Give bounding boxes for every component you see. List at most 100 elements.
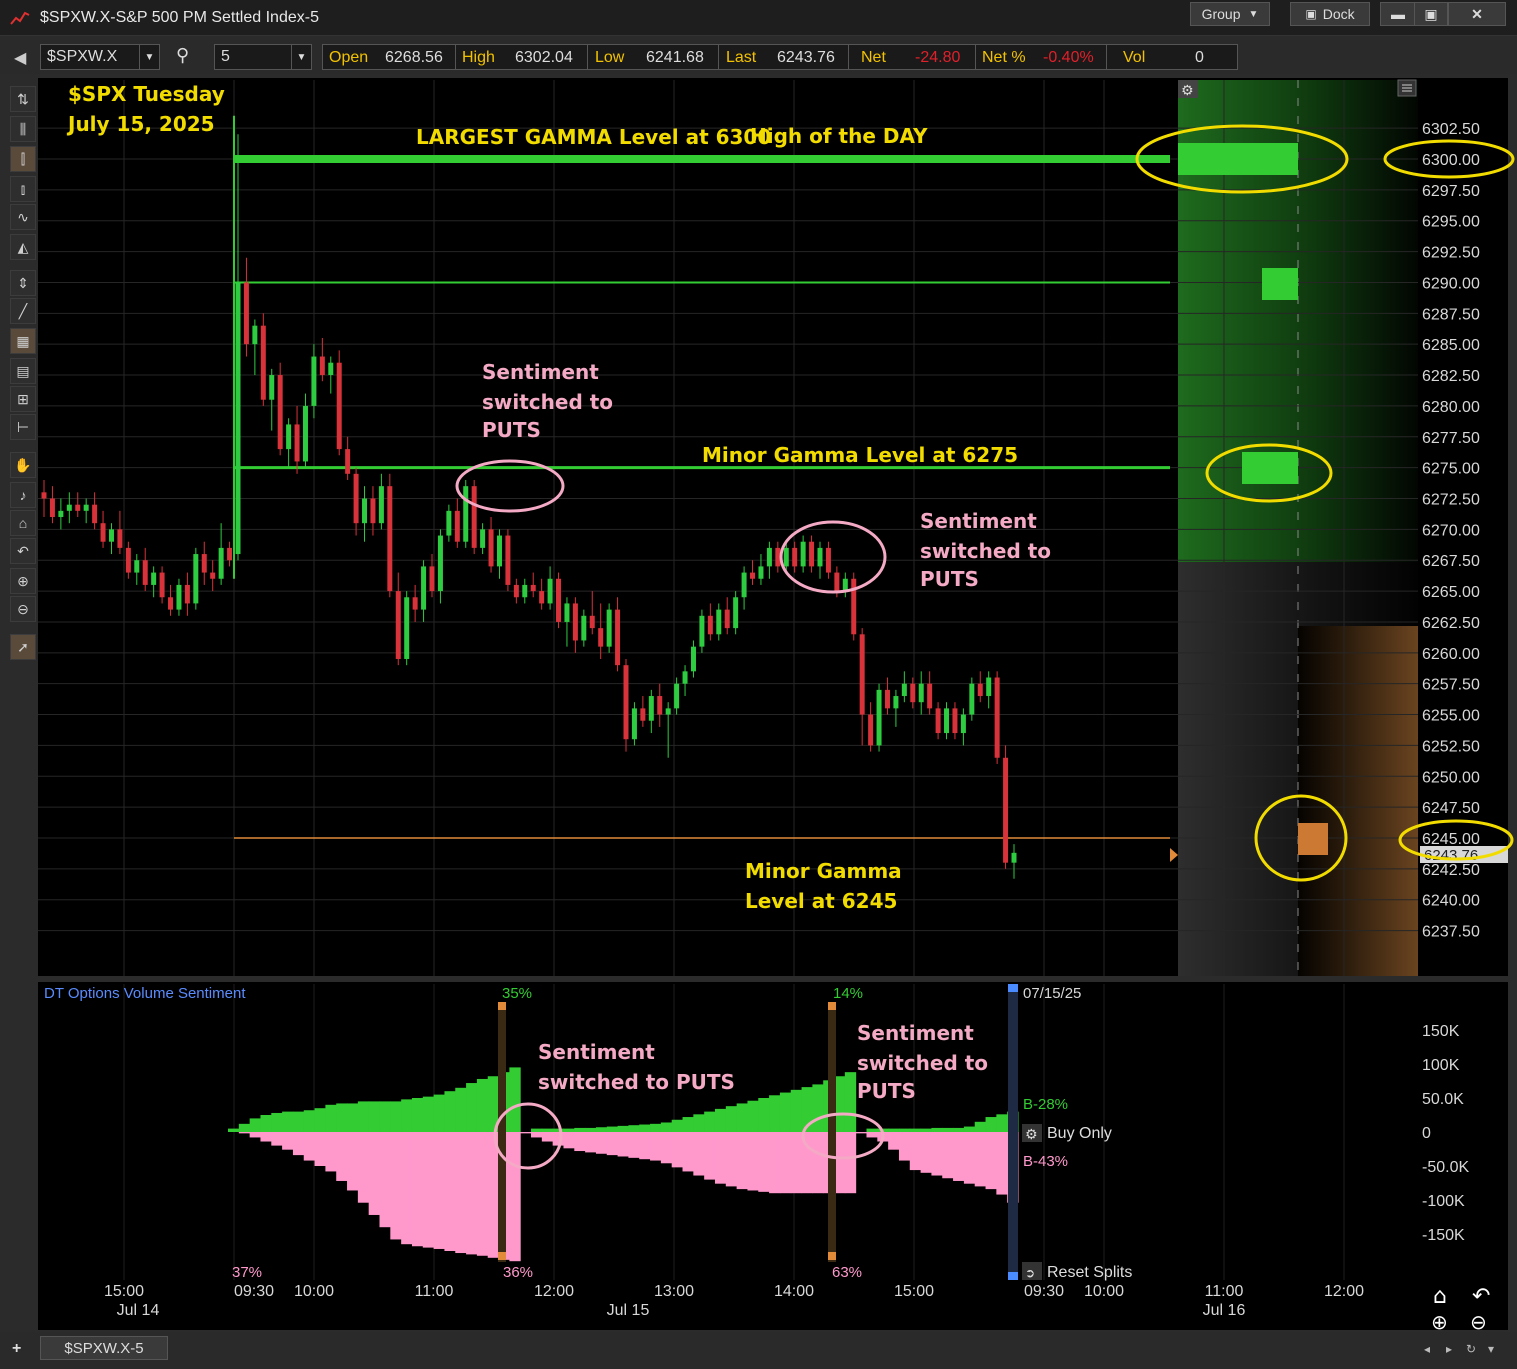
high-of-day-annotation: High of the DAY <box>750 124 928 148</box>
candle-body <box>986 677 992 697</box>
sentiment-call-bar <box>574 1127 586 1132</box>
sentiment-tick-label: 150K <box>1422 1023 1460 1040</box>
sentiment-date: 07/15/25 <box>1023 985 1081 1002</box>
sentiment-split-marker[interactable] <box>828 1002 836 1262</box>
candle-body <box>176 584 182 610</box>
sentiment-put-bar <box>466 1132 478 1255</box>
zoom-in-icon[interactable]: ⊕ <box>1431 1310 1448 1334</box>
sentiment-current-marker[interactable] <box>1008 984 1018 1280</box>
candle-body <box>429 566 435 592</box>
candle-body <box>792 547 798 567</box>
zoom-out-icon[interactable]: ⊖ <box>1470 1310 1487 1334</box>
sentiment-put-bar <box>292 1132 305 1156</box>
time-date-label: Jul 14 <box>117 1302 160 1319</box>
candle-body <box>252 325 258 345</box>
chart-tab[interactable]: $SPXW.X-5 <box>40 1336 168 1360</box>
current-handle-top[interactable] <box>1008 984 1018 992</box>
sentiment-call-bar <box>325 1104 337 1132</box>
candle-body <box>463 486 469 542</box>
sentiment-put-bar <box>314 1132 326 1166</box>
price-tick-label: 6267.50 <box>1422 553 1480 570</box>
refresh-icon[interactable]: ↻ <box>1466 1342 1476 1356</box>
candle-body <box>960 714 966 734</box>
candle-body <box>682 671 688 684</box>
split-handle-bottom[interactable] <box>498 1252 506 1260</box>
sentiment-call-bar <box>466 1083 478 1132</box>
chart-canvas[interactable]: ⚙ 6302.50 6300.00 6297.50 6295.00 6292.50 629… <box>0 0 1517 1369</box>
candle-body <box>480 529 486 548</box>
price-tick-label: 6240.00 <box>1422 893 1480 910</box>
sentiment-tick-label: 0 <box>1422 1125 1431 1142</box>
candle-body <box>598 628 604 647</box>
candle-body <box>615 609 621 666</box>
sentiment-split-marker[interactable] <box>498 1002 506 1262</box>
candle-body <box>513 584 519 598</box>
sentiment-put-bar <box>650 1132 662 1161</box>
sentiment-pct-bottom-0: 37% <box>232 1264 262 1281</box>
home-icon[interactable]: ⌂ <box>1433 1284 1447 1309</box>
sentiment-annotation-1-line2: switched to <box>482 390 613 414</box>
reset-splits-button[interactable]: ➲ Reset Splits <box>1022 1262 1132 1281</box>
candle-body <box>446 510 452 536</box>
price-tick-label: 6250.00 <box>1422 769 1480 786</box>
candle-body <box>1011 852 1017 863</box>
sentiment-call-bar <box>552 1128 564 1132</box>
nav-right-icon[interactable]: ▸ <box>1446 1342 1452 1356</box>
sentiment-put-bar <box>747 1132 759 1191</box>
sentiment-panel-title: DT Options Volume Sentiment <box>44 985 246 1002</box>
current-handle-bottom[interactable] <box>1008 1272 1018 1280</box>
sentiment-put-bar <box>617 1132 629 1157</box>
buy-only-toggle[interactable]: ⚙ Buy Only <box>1022 1124 1112 1143</box>
sentiment-call-bar <box>422 1096 435 1132</box>
candle-body <box>648 696 654 721</box>
sentiment-call-bar <box>476 1078 489 1132</box>
sentiment-put-bar <box>390 1132 402 1240</box>
sentiment-tick-label: -100K <box>1422 1193 1465 1210</box>
candle-body <box>319 356 325 376</box>
gear-icon[interactable]: ⚙ <box>1178 80 1198 99</box>
sentiment-pct-bottom-2: 63% <box>832 1264 862 1281</box>
candle-body <box>640 708 646 721</box>
split-handle-top[interactable] <box>828 1002 836 1010</box>
split-handle-bottom[interactable] <box>828 1252 836 1260</box>
sentiment-tick-label: 100K <box>1422 1057 1460 1074</box>
add-tab-icon[interactable]: + <box>12 1340 21 1358</box>
sentiment-call-bar <box>411 1098 424 1132</box>
status-bar: + $SPXW.X-5 ◂ ▸ ↻ ▾ <box>0 1332 1517 1369</box>
sentiment-call-bar <box>693 1114 705 1132</box>
price-tick-label: 6257.50 <box>1422 677 1480 694</box>
candle-body <box>809 541 815 567</box>
sentiment-call-bar <box>639 1124 651 1132</box>
sentiment-put-bar <box>282 1132 294 1150</box>
undo-icon[interactable]: ↶ <box>1472 1284 1490 1309</box>
svg-text:⚙: ⚙ <box>1181 83 1194 99</box>
candle-body <box>370 498 376 524</box>
sentiment-put-bar <box>347 1132 359 1191</box>
menu-icon[interactable] <box>1397 79 1417 97</box>
sentiment-call-bar <box>228 1128 240 1132</box>
sentiment-put-bar <box>985 1132 997 1190</box>
nav-left-icon[interactable]: ◂ <box>1424 1342 1430 1356</box>
sentiment-annotation-2-line2: switched to <box>920 539 1051 563</box>
price-tick-label: 6285.00 <box>1422 337 1480 354</box>
candle-body <box>884 689 890 709</box>
split-handle-top[interactable] <box>498 1002 506 1010</box>
sentiment-call-bar <box>433 1094 445 1132</box>
candle-body <box>92 504 98 524</box>
sentiment-put-bar <box>606 1132 619 1156</box>
sentiment-put-bar <box>866 1132 878 1138</box>
candle-body <box>437 535 443 592</box>
nav-down-icon[interactable]: ▾ <box>1488 1342 1494 1356</box>
sentiment-put-bar <box>639 1132 651 1160</box>
sentiment-tick-label: -50.0K <box>1422 1159 1469 1176</box>
sentiment-call-bar <box>812 1084 824 1132</box>
lower-sentiment-annotation-2-line2: switched to <box>857 1051 988 1075</box>
sentiment-call-bar <box>779 1092 792 1132</box>
candle-body <box>496 535 502 567</box>
sentiment-put-bar <box>411 1132 424 1247</box>
sentiment-put-bar <box>238 1132 251 1134</box>
candle-body <box>766 547 772 567</box>
time-tick-label: 11:00 <box>415 1283 454 1300</box>
candle-body <box>505 535 511 585</box>
sentiment-call-bar <box>260 1115 272 1132</box>
